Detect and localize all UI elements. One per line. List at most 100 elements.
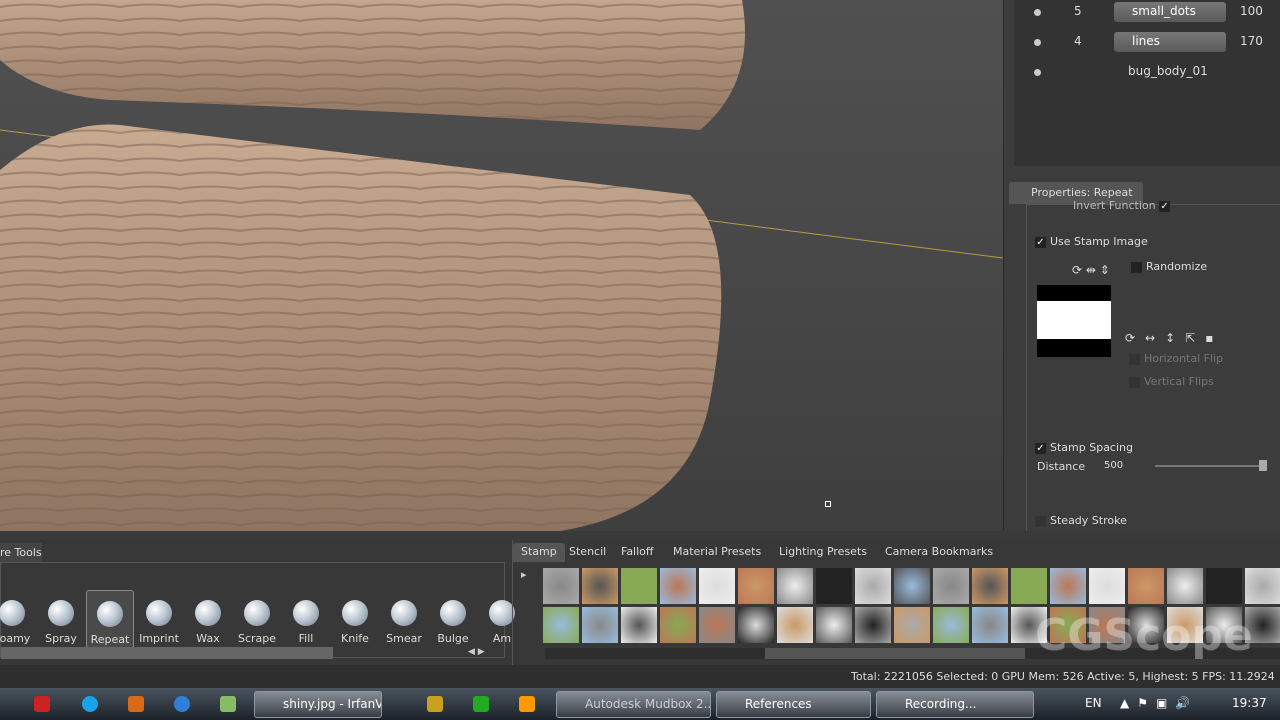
visibility-dot[interactable] (1034, 69, 1041, 76)
layer-row[interactable]: 4 lines 170 (1024, 30, 1280, 60)
skype-icon[interactable] (82, 696, 98, 712)
tool-icon (244, 600, 270, 626)
tab-stencil[interactable]: Stencil (561, 543, 614, 562)
taskbar: shiny.jpg - IrfanView Autodesk Mudbox 2.… (0, 688, 1280, 720)
distance-slider[interactable] (1155, 460, 1267, 471)
use-stamp-image-checkbox[interactable]: ✓ Use Stamp Image (1035, 235, 1148, 248)
horizontal-flip-checkbox[interactable]: Horizontal Flip (1129, 352, 1223, 365)
layer-row[interactable]: bug_body_01 (1024, 60, 1280, 90)
3d-viewport[interactable] (0, 0, 1003, 531)
layer-name[interactable]: small_dots (1114, 2, 1226, 22)
stamp-thumbnail[interactable] (1050, 568, 1086, 604)
expand-icon[interactable]: ▸ (521, 568, 527, 581)
tab-material-presets[interactable]: Material Presets (665, 543, 769, 562)
steady-stroke-checkbox[interactable]: Steady Stroke (1035, 514, 1127, 527)
tab-falloff[interactable]: Falloff (613, 543, 661, 562)
tool-spray[interactable]: Spray (37, 590, 85, 652)
stamp-thumbnail[interactable] (660, 568, 696, 604)
stamp-thumbnail[interactable] (933, 607, 969, 643)
filezilla-icon[interactable] (34, 696, 50, 712)
stamp-thumbnail[interactable] (1206, 568, 1242, 604)
stamp-spacing-checkbox[interactable]: ✓ Stamp Spacing (1035, 441, 1133, 454)
stamp-thumbnail[interactable] (855, 568, 891, 604)
stamp-thumbnail[interactable] (1167, 568, 1203, 604)
stamp-thumbnail[interactable] (699, 607, 735, 643)
notepad-icon[interactable] (220, 696, 236, 712)
taskbar-references[interactable]: References (716, 691, 871, 718)
visibility-dot[interactable] (1034, 39, 1041, 46)
app-icon[interactable] (473, 696, 489, 712)
app-icon[interactable] (174, 696, 190, 712)
vertical-flips-checkbox[interactable]: Vertical Flips (1129, 375, 1214, 388)
stamp-thumbnail[interactable] (582, 607, 618, 643)
stamp-thumbnail[interactable] (1128, 568, 1164, 604)
stamp-thumbnail[interactable] (777, 568, 813, 604)
taskbar-mudbox[interactable]: Autodesk Mudbox 2... (556, 691, 711, 718)
stamp-thumbnail[interactable] (855, 607, 891, 643)
layer-row[interactable]: 5 small_dots 100 (1024, 0, 1280, 30)
stamp-thumbnail[interactable] (738, 568, 774, 604)
stamp-thumbnail[interactable] (582, 568, 618, 604)
stamp-thumbnail[interactable] (738, 607, 774, 643)
tools-scrollbar[interactable] (1, 647, 333, 659)
distance-input[interactable]: 500 (1103, 459, 1133, 474)
layer-name[interactable]: lines (1114, 32, 1226, 52)
stamp-thumbnail[interactable] (816, 568, 852, 604)
stamp-thumbnail[interactable] (894, 607, 930, 643)
stamp-thumbnail[interactable] (1245, 568, 1280, 604)
stamp-thumbnail[interactable] (699, 568, 735, 604)
taskbar-recording[interactable]: Recording... (876, 691, 1034, 718)
tool-bulge[interactable]: Bulge (429, 590, 477, 652)
stamp-thumbnail[interactable] (543, 568, 579, 604)
taskbar-irfanview[interactable]: shiny.jpg - IrfanView (254, 691, 382, 718)
stamp-thumbnail[interactable] (543, 607, 579, 643)
tab-sculpt-tools[interactable]: re Tools (0, 543, 42, 563)
tool-wax[interactable]: Wax (184, 590, 232, 652)
tool-icon (293, 600, 319, 626)
sculpt-model (0, 0, 1003, 531)
stamp-thumbnail[interactable] (816, 607, 852, 643)
stamp-thumbnail[interactable] (1089, 568, 1125, 604)
stamp-thumbnail[interactable] (933, 568, 969, 604)
stamp-thumbnail[interactable] (894, 568, 930, 604)
tool-scrape[interactable]: Scrape (233, 590, 281, 652)
mesh-name: bug_body_01 (1128, 64, 1208, 78)
app-icon[interactable] (519, 696, 535, 712)
tool-foamy[interactable]: Foamy (0, 590, 36, 652)
tab-camera-bookmarks[interactable]: Camera Bookmarks (877, 543, 1001, 562)
language-indicator[interactable]: EN (1085, 696, 1102, 710)
tool-label: Fill (298, 632, 314, 645)
tool-knife[interactable]: Knife (331, 590, 379, 652)
tool-icon (195, 600, 221, 626)
clock[interactable]: 19:37 (1232, 696, 1267, 710)
stamp-thumbnail[interactable] (972, 607, 1008, 643)
stamp-thumbnail[interactable] (621, 568, 657, 604)
stamp-thumbnail[interactable] (972, 568, 1008, 604)
tool-label: Wax (196, 632, 220, 645)
tray-icons[interactable]: ▲⚑▣🔊 (1120, 696, 1198, 710)
app-icon[interactable] (427, 696, 443, 712)
app-icon[interactable] (128, 696, 144, 712)
stamp-thumbnail[interactable] (777, 607, 813, 643)
randomize-checkbox[interactable]: Randomize (1131, 260, 1207, 273)
tool-repeat[interactable]: Repeat (86, 590, 134, 652)
visibility-dot[interactable] (1034, 9, 1041, 16)
tool-icon (97, 601, 123, 627)
cursor-marker (825, 501, 831, 507)
tab-stamp[interactable]: Stamp (513, 543, 565, 562)
stamp-thumbnail[interactable] (660, 607, 696, 643)
rotate-flip-icons[interactable]: ⟳ ⇹ ⇕ (1072, 263, 1110, 277)
status-text: Total: 2221056 Selected: 0 GPU Mem: 526 … (851, 670, 1275, 683)
tool-label: Scrape (237, 632, 277, 645)
tool-fill[interactable]: Fill (282, 590, 330, 652)
tab-lighting-presets[interactable]: Lighting Presets (771, 543, 875, 562)
stamp-preview[interactable] (1037, 285, 1111, 357)
stamp-thumbnail[interactable] (1011, 568, 1047, 604)
tool-imprint[interactable]: Imprint (135, 590, 183, 652)
tool-icon (0, 600, 25, 626)
scroll-arrows[interactable]: ◀ ▶ (468, 647, 498, 659)
invert-function[interactable]: Invert Function ✓ (1073, 199, 1174, 212)
tool-smear[interactable]: Smear (380, 590, 428, 652)
right-panel: 5 small_dots 100 4 lines 170 bug_body_01 Pro… (1003, 0, 1280, 531)
stamp-thumbnail[interactable] (621, 607, 657, 643)
